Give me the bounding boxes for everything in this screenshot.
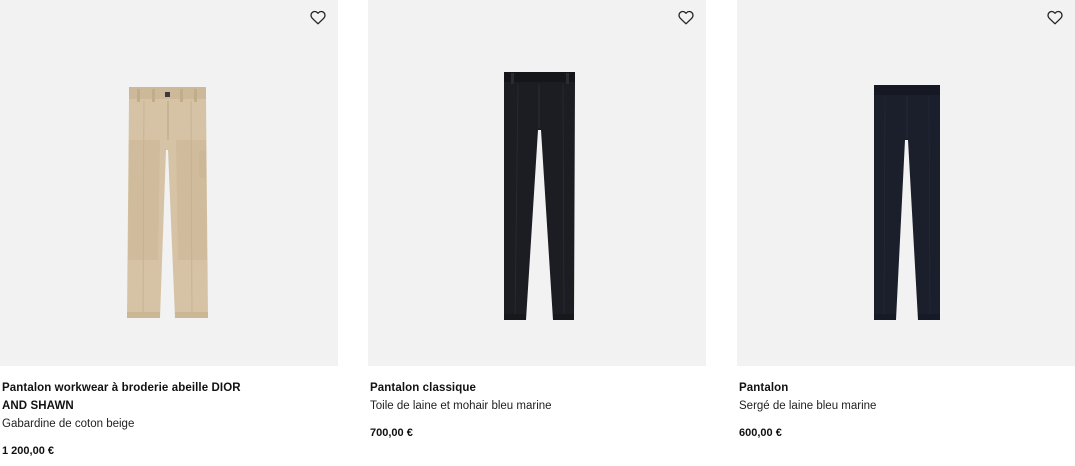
product-info: Pantalon Sergé de laine bleu marine 600,…	[737, 366, 1075, 442]
product-image-container[interactable]	[737, 0, 1075, 366]
heart-outline-icon	[678, 10, 694, 24]
product-material: Toile de laine et mohair bleu marine	[370, 400, 552, 412]
heart-outline-icon	[1047, 10, 1063, 24]
product-image-workwear-pants[interactable]	[0, 0, 338, 366]
product-material: Gabardine de coton beige	[2, 418, 135, 430]
wishlist-button[interactable]	[308, 8, 328, 26]
product-material: Sergé de laine bleu marine	[739, 400, 877, 412]
wishlist-button[interactable]	[676, 8, 696, 26]
product-price: 600,00 €	[739, 427, 782, 439]
product-title[interactable]: Pantalon	[739, 379, 999, 397]
heart-outline-icon	[310, 10, 326, 24]
product-info: Pantalon workwear à broderie abeille DIO…	[0, 366, 338, 460]
product-card[interactable]: Pantalon classique Toile de laine et moh…	[368, 0, 706, 442]
product-card[interactable]: Pantalon workwear à broderie abeille DIO…	[0, 0, 338, 460]
product-image-container[interactable]	[0, 0, 338, 366]
product-price: 700,00 €	[370, 427, 413, 439]
product-title[interactable]: Pantalon classique	[370, 379, 630, 397]
product-image-classic-trousers[interactable]	[368, 0, 706, 366]
wishlist-button[interactable]	[1045, 8, 1065, 26]
product-price: 1 200,00 €	[2, 445, 54, 457]
product-image-trousers[interactable]	[737, 0, 1075, 366]
product-title[interactable]: Pantalon workwear à broderie abeille DIO…	[2, 379, 262, 415]
product-image-container[interactable]	[368, 0, 706, 366]
product-info: Pantalon classique Toile de laine et moh…	[368, 366, 706, 442]
product-card[interactable]: Pantalon Sergé de laine bleu marine 600,…	[737, 0, 1075, 442]
product-grid: Pantalon workwear à broderie abeille DIO…	[0, 0, 1075, 466]
